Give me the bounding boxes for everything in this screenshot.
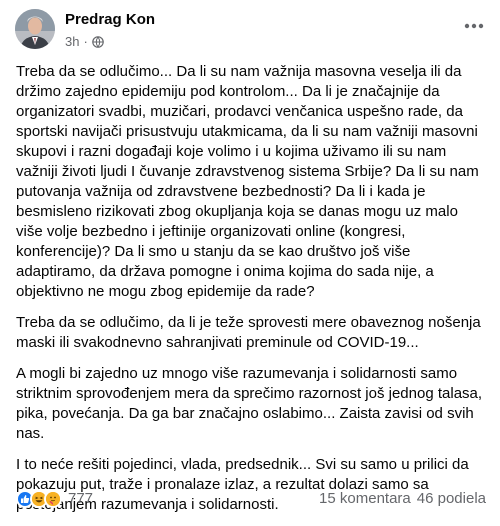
care-icon [44,489,62,508]
post-header: Predrag Kon 3h · [0,0,500,62]
post-paragraph: Treba da se odlučimo... Da li su nam važ… [16,63,479,300]
shares-count[interactable]: 46 podiela [417,490,486,507]
post-time[interactable]: 3h [65,34,79,50]
meta-separator: · [83,34,88,49]
reaction-count[interactable]: 777 [68,490,93,507]
reaction-summary[interactable]: 777 [16,489,93,508]
post-paragraph: A mogli bi zajedno uz mnogo više razumev… [16,365,483,442]
post-paragraph: Treba da se odlučimo, da li je teže spro… [16,314,481,351]
globe-icon[interactable] [92,36,104,48]
post-meta: 3h · [65,34,104,50]
comments-count[interactable]: 15 komentara [319,490,411,507]
author-avatar[interactable] [15,9,55,49]
engagement-stats: 15 komentara 46 podiela [319,490,486,507]
avatar-image [15,9,55,49]
post-footer: 777 15 komentara 46 podiela [16,488,486,509]
more-options-icon[interactable] [462,16,486,36]
post-content: Treba da se odlučimo... Da li su nam važ… [16,62,486,526]
author-name[interactable]: Predrag Kon [65,11,155,29]
